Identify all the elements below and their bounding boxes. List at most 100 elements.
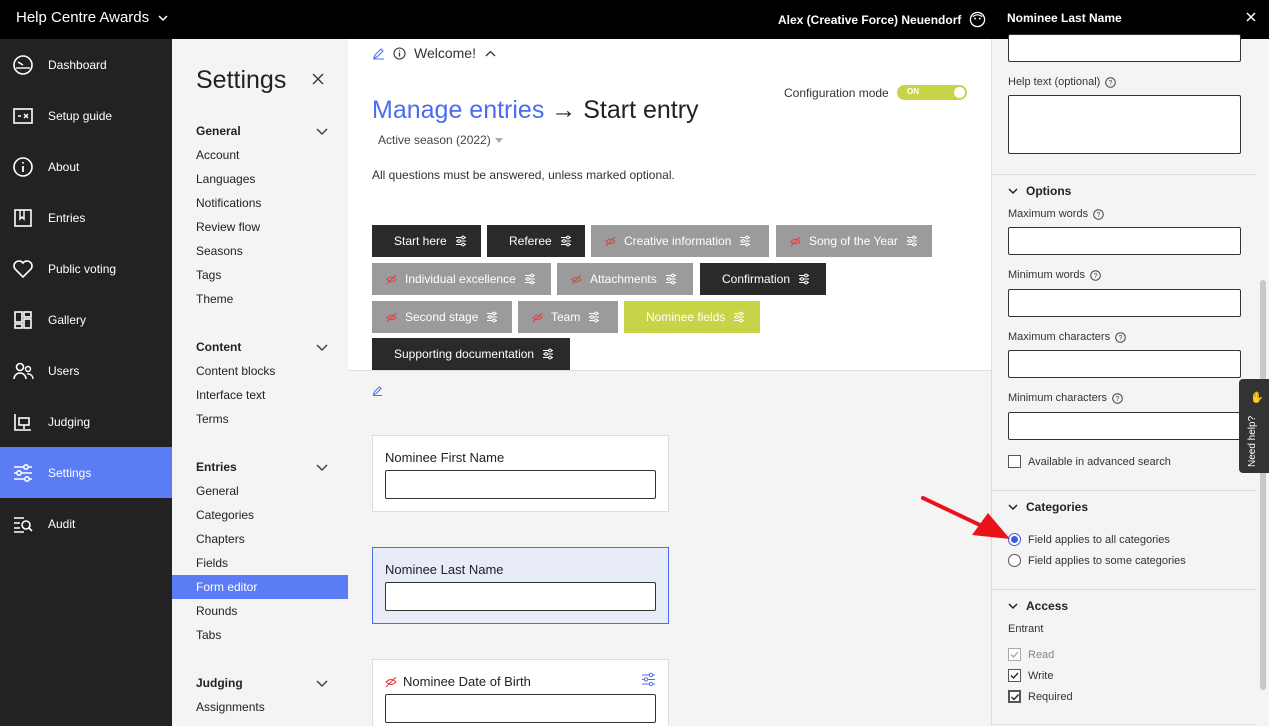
settings-link-notifications[interactable]: Notifications xyxy=(196,196,261,210)
help-text-textarea[interactable] xyxy=(1008,95,1241,154)
need-help-label: Need help? xyxy=(1247,415,1258,467)
help-icon[interactable]: ? xyxy=(1112,392,1123,404)
breadcrumb-link-manage-entries[interactable]: Manage entries xyxy=(372,96,544,124)
help-icon[interactable]: ? xyxy=(1105,76,1117,88)
max-words-input[interactable] xyxy=(1008,227,1241,255)
help-icon[interactable]: ? xyxy=(1090,269,1101,281)
nav-gallery[interactable]: Gallery xyxy=(0,294,172,345)
settings-group-judging[interactable]: Judging xyxy=(196,676,328,690)
max-chars-input[interactable] xyxy=(1008,350,1241,378)
nav-users[interactable]: Users xyxy=(0,345,172,396)
required-checkbox[interactable]: Required xyxy=(1008,690,1073,703)
tab-label: Nominee fields xyxy=(646,310,726,324)
categories-section-toggle[interactable]: Categories xyxy=(1008,500,1088,514)
brand-switcher[interactable]: Help Centre Awards xyxy=(16,9,169,26)
tab-referee[interactable]: Referee xyxy=(487,225,585,257)
settings-link-terms[interactable]: Terms xyxy=(196,412,229,426)
nav-public-voting[interactable]: Public voting xyxy=(0,243,172,294)
settings-sidebar: Settings General Account Languages Notif… xyxy=(172,39,348,726)
tab-individual-excellence[interactable]: Individual excellence xyxy=(372,263,551,295)
pencil-icon[interactable] xyxy=(372,385,383,396)
settings-link-languages[interactable]: Languages xyxy=(196,172,255,186)
radio-button[interactable] xyxy=(1008,554,1021,567)
nav-dashboard[interactable]: Dashboard xyxy=(0,39,172,90)
config-mode-toggle[interactable]: ON xyxy=(897,85,967,100)
nav-settings[interactable]: Settings xyxy=(0,447,172,498)
nominee-date-of-birth-input[interactable] xyxy=(385,694,656,723)
tab-creative-information[interactable]: Creative information xyxy=(591,225,769,257)
tab-attachments[interactable]: Attachments xyxy=(557,263,693,295)
tab-start-here[interactable]: Start here xyxy=(372,225,481,257)
eye-hidden-icon xyxy=(790,236,801,246)
settings-link-interface-text[interactable]: Interface text xyxy=(196,388,265,402)
field-card-last-name[interactable]: Nominee Last Name xyxy=(372,547,669,624)
tab-confirmation[interactable]: Confirmation xyxy=(700,263,826,295)
nav-label: Settings xyxy=(48,465,92,480)
radio-all-categories[interactable]: Field applies to all categories xyxy=(1008,533,1170,546)
tune-icon[interactable] xyxy=(641,672,656,687)
min-chars-input[interactable] xyxy=(1008,412,1241,440)
welcome-header[interactable]: Welcome! xyxy=(372,45,497,61)
radio-some-categories[interactable]: Field applies to some categories xyxy=(1008,554,1186,567)
settings-link-tags[interactable]: Tags xyxy=(196,268,221,282)
pencil-icon[interactable] xyxy=(372,47,385,60)
settings-link-theme[interactable]: Theme xyxy=(196,292,233,306)
chevron-up-icon[interactable] xyxy=(484,47,497,60)
nav-entries[interactable]: Entries xyxy=(0,192,172,243)
tab-song-of-the-year[interactable]: Song of the Year xyxy=(776,225,932,257)
section-divider xyxy=(992,724,1256,725)
checkbox-box[interactable] xyxy=(1008,455,1021,468)
settings-group-content[interactable]: Content xyxy=(196,340,328,354)
close-icon[interactable] xyxy=(312,73,324,85)
tab-label: Supporting documentation xyxy=(394,347,535,361)
scrollbar-thumb[interactable] xyxy=(1260,280,1266,690)
settings-sliders-icon xyxy=(14,463,32,482)
nav-audit[interactable]: Audit xyxy=(0,498,172,549)
tune-icon xyxy=(487,311,498,323)
nominee-first-name-input[interactable] xyxy=(385,470,656,499)
settings-link-content-blocks[interactable]: Content blocks xyxy=(196,364,275,378)
settings-link-fields[interactable]: Fields xyxy=(196,556,228,570)
help-icon[interactable]: ? xyxy=(1115,331,1126,343)
settings-link-assignments[interactable]: Assignments xyxy=(196,700,265,714)
user-menu[interactable]: Alex (Creative Force) Neuendorf xyxy=(778,11,986,28)
settings-link-seasons[interactable]: Seasons xyxy=(196,244,243,258)
tab-supporting-documentation[interactable]: Supporting documentation xyxy=(372,338,570,370)
users-icon xyxy=(13,362,34,379)
settings-group-entries[interactable]: Entries xyxy=(196,460,328,474)
need-help-tab[interactable]: ✋ Need help? xyxy=(1239,379,1269,473)
nav-judging[interactable]: Judging xyxy=(0,396,172,447)
tab-second-stage[interactable]: Second stage xyxy=(372,301,512,333)
breadcrumb-arrow: → xyxy=(551,96,577,124)
settings-link-review-flow[interactable]: Review flow xyxy=(196,220,260,234)
nav-setup-guide[interactable]: Setup guide xyxy=(0,90,172,141)
settings-link-account[interactable]: Account xyxy=(196,148,239,162)
season-selector[interactable]: Active season (2022) xyxy=(378,133,503,147)
checkbox-box[interactable] xyxy=(1008,669,1021,682)
settings-group-general[interactable]: General xyxy=(196,124,328,138)
close-icon[interactable] xyxy=(1243,9,1259,25)
field-card-first-name[interactable]: Nominee First Name xyxy=(372,435,669,512)
options-section-toggle[interactable]: Options xyxy=(1008,184,1071,198)
tab-label: Confirmation xyxy=(722,272,791,286)
nominee-last-name-input[interactable] xyxy=(385,582,656,611)
help-icon[interactable]: ? xyxy=(1093,208,1104,220)
settings-link-chapters[interactable]: Chapters xyxy=(196,532,245,546)
field-title-input[interactable] xyxy=(1008,34,1241,62)
check-icon xyxy=(1011,694,1020,701)
tab-nominee-fields[interactable]: Nominee fields xyxy=(624,301,760,333)
max-chars-label: Maximum characters ? xyxy=(1008,331,1126,343)
access-section-toggle[interactable]: Access xyxy=(1008,599,1068,613)
tab-team[interactable]: Team xyxy=(518,301,618,333)
field-card-date-of-birth[interactable]: Nominee Date of Birth xyxy=(372,659,669,726)
write-checkbox[interactable]: Write xyxy=(1008,669,1053,682)
settings-link-general[interactable]: General xyxy=(196,484,239,498)
settings-link-rounds[interactable]: Rounds xyxy=(196,604,237,618)
checkbox-box[interactable] xyxy=(1008,690,1021,703)
settings-link-tabs[interactable]: Tabs xyxy=(196,628,221,642)
advanced-search-checkbox[interactable]: Available in advanced search xyxy=(1008,455,1171,468)
nav-about[interactable]: About xyxy=(0,141,172,192)
settings-link-categories[interactable]: Categories xyxy=(196,508,254,522)
settings-link-form-editor[interactable]: Form editor xyxy=(172,575,348,599)
min-words-input[interactable] xyxy=(1008,289,1241,317)
